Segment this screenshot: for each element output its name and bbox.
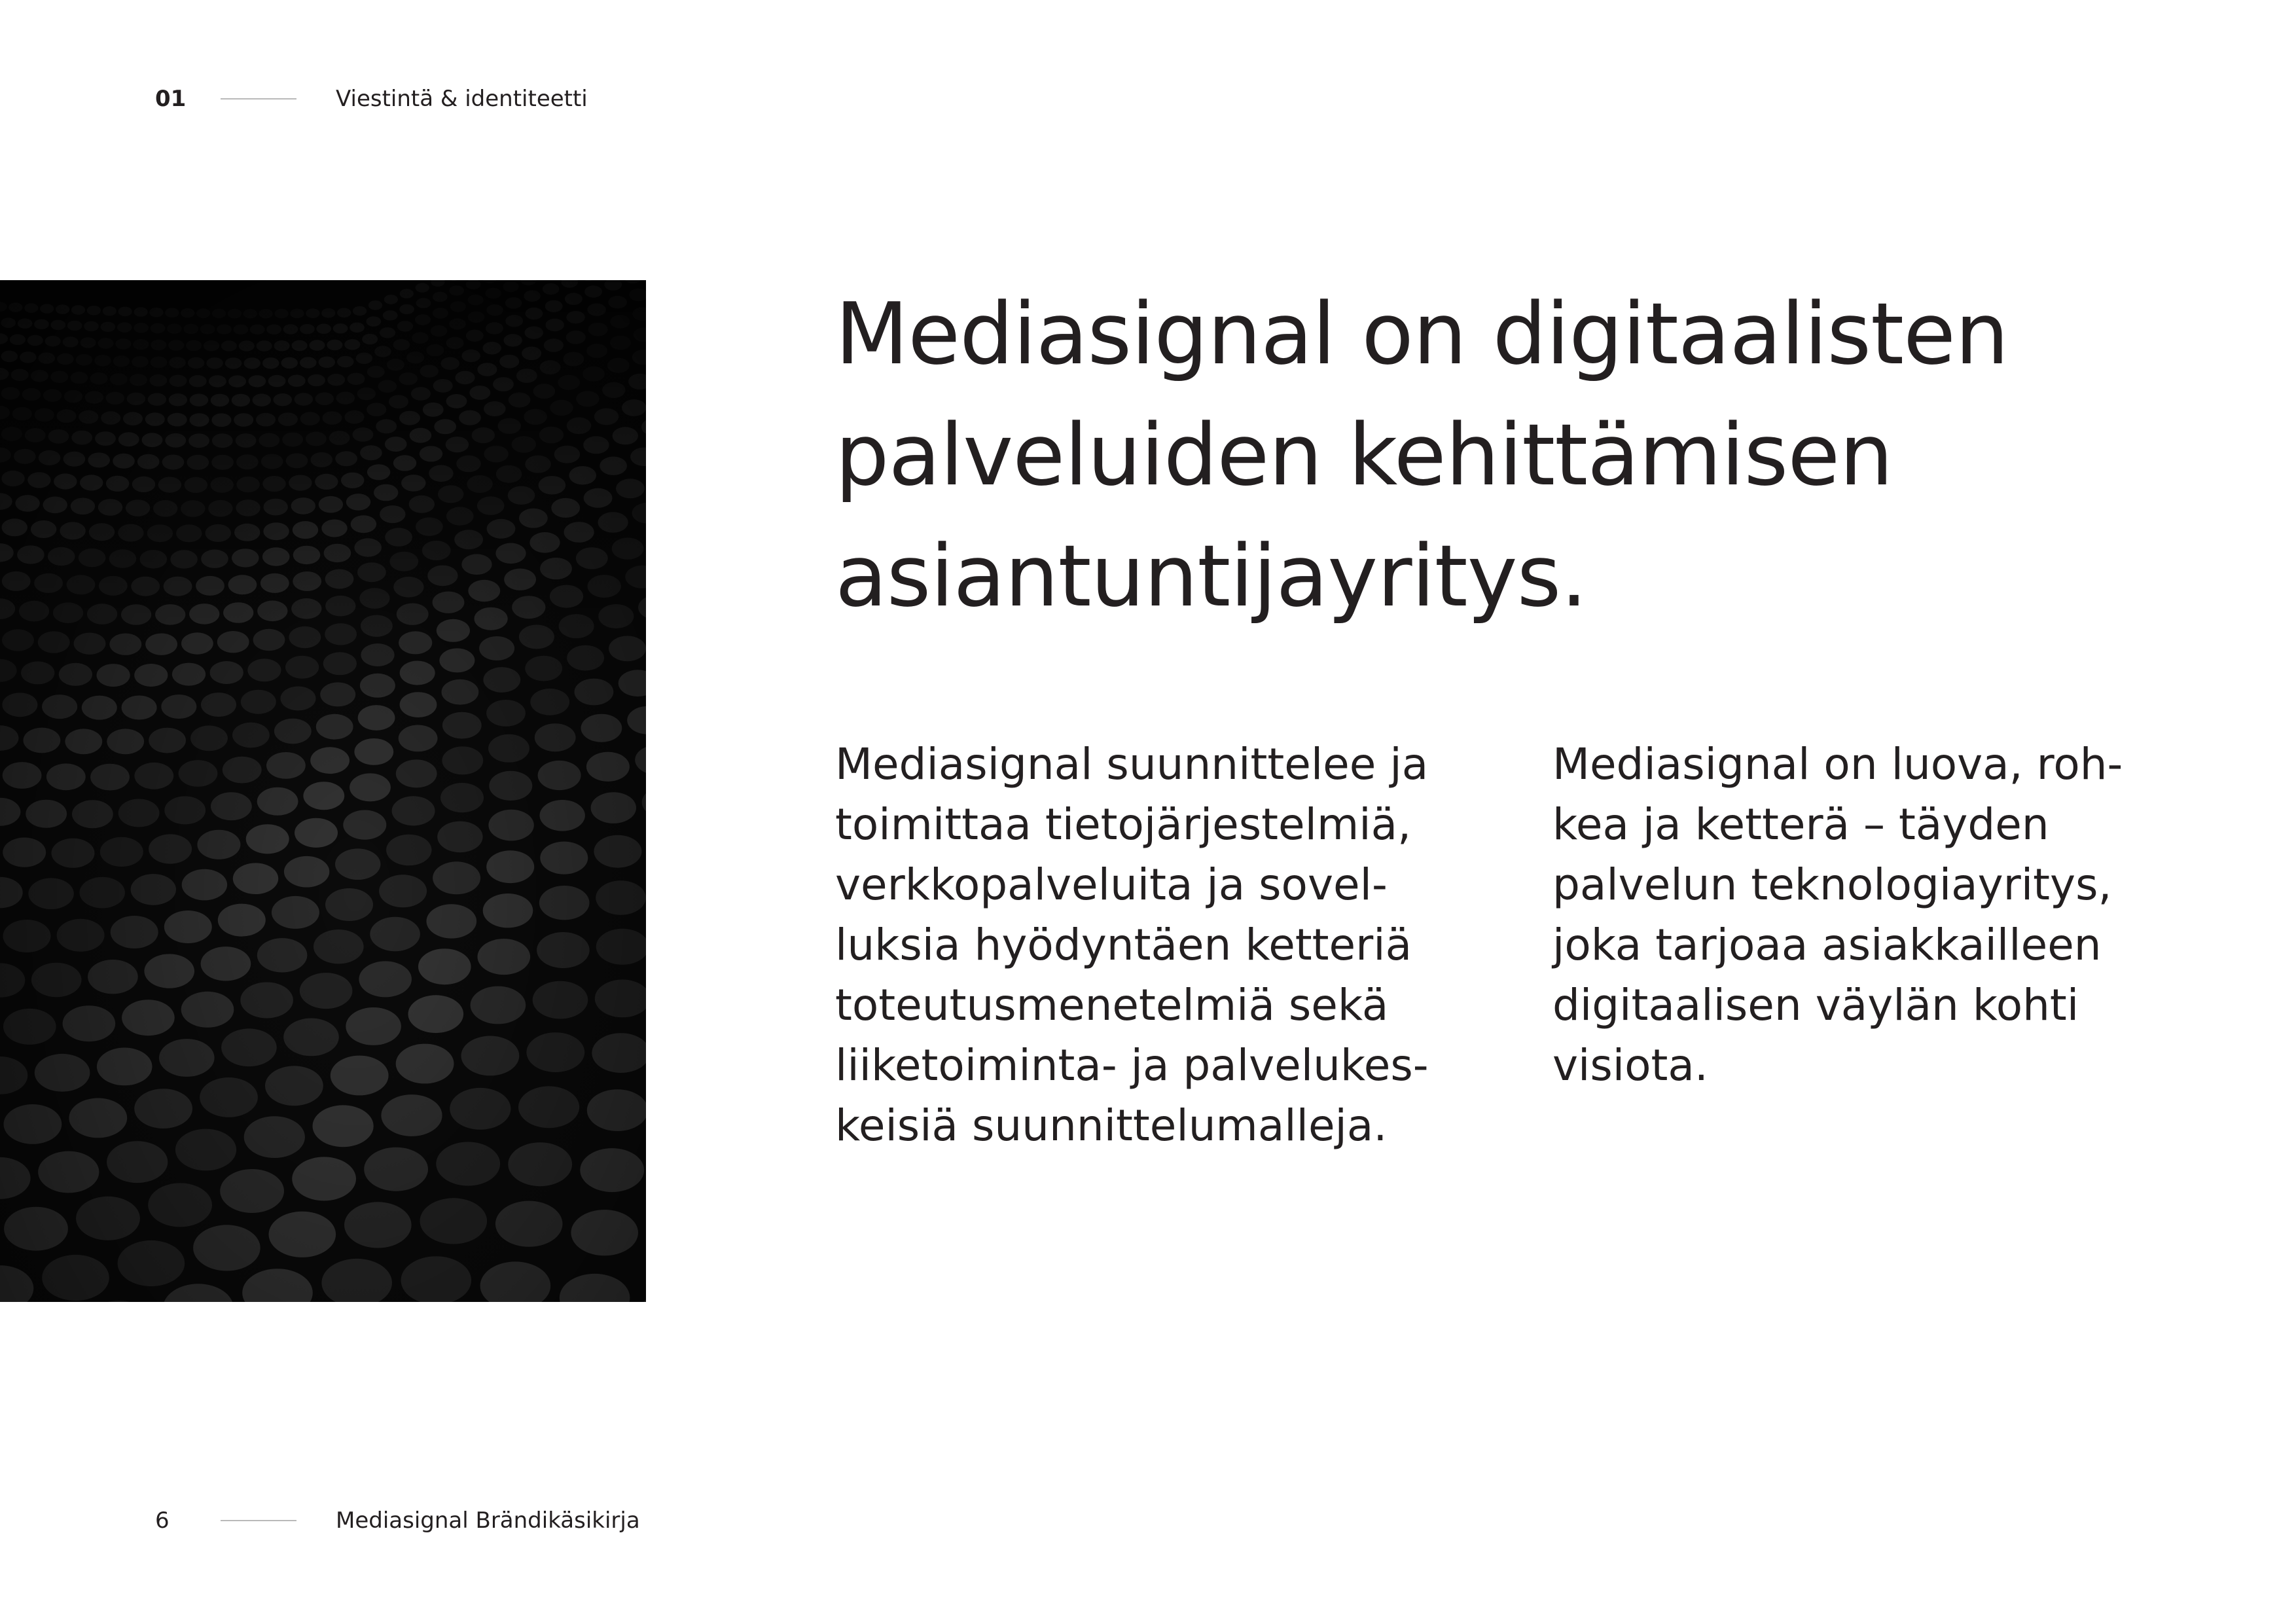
- dotted-surface-image: [0, 280, 646, 1302]
- footer-divider: [221, 1520, 296, 1521]
- section-number: 01: [155, 86, 187, 112]
- page-header: 01 Viestintä & identiteetti: [155, 82, 588, 115]
- page-number: 6: [155, 1507, 170, 1534]
- headline: Mediasignal on digitaalisten palveluiden…: [835, 284, 2009, 626]
- abstract-dotted-surface-photo: [0, 280, 646, 1302]
- header-divider: [221, 98, 296, 99]
- body-text-left: Mediasignal suunnittelee ja toimittaa ti…: [835, 739, 1429, 1151]
- body-text-right: Mediasignal on luova, roh- kea ja ketter…: [1552, 739, 2123, 1091]
- document-title: Mediasignal Brändikäsikirja: [336, 1507, 640, 1534]
- page-footer: 6 Mediasignal Brändikäsikirja: [155, 1504, 640, 1537]
- section-title: Viestintä & identiteetti: [336, 86, 588, 112]
